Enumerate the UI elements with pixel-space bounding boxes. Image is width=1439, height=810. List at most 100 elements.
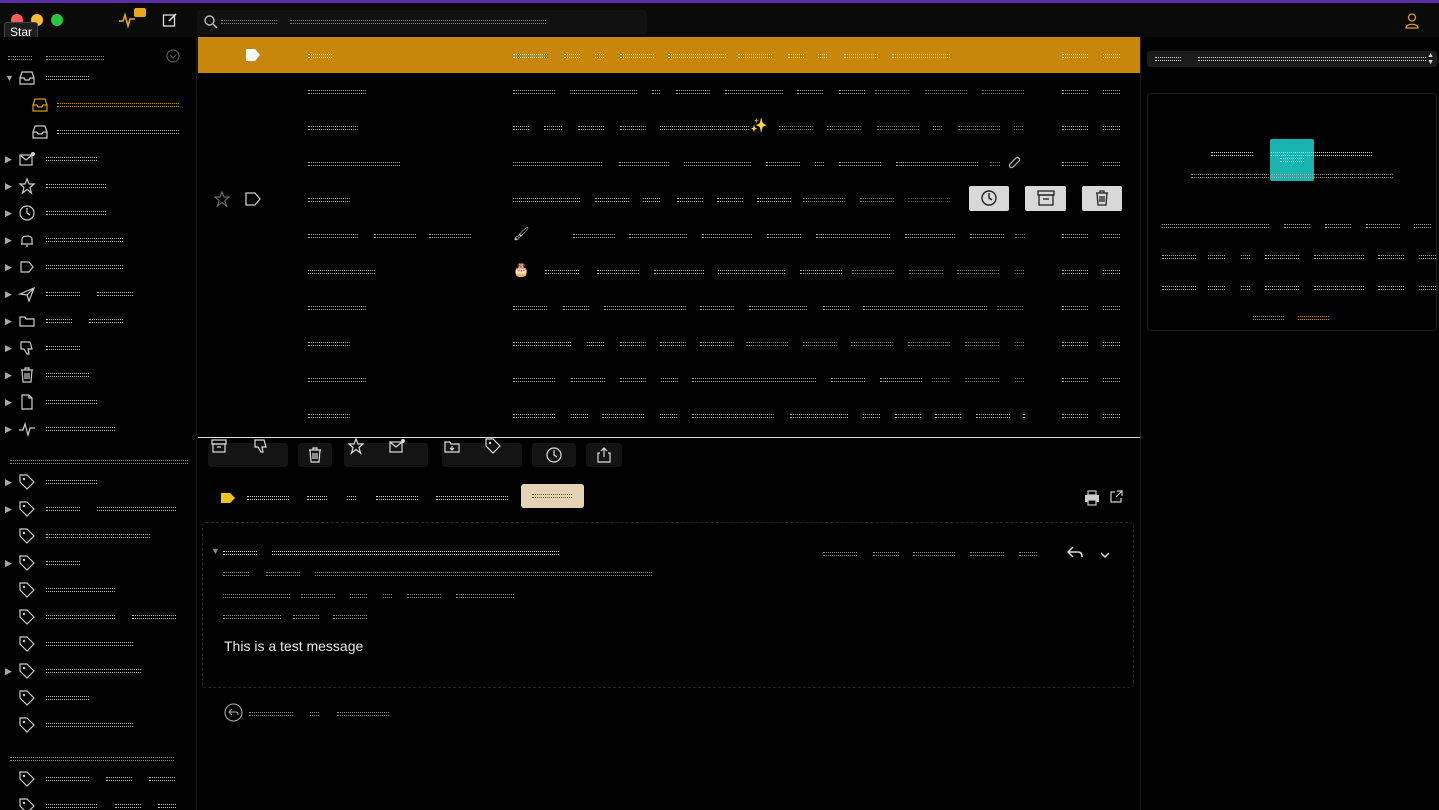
sidebar-item-unread[interactable]: ▶: [0, 147, 196, 171]
more-options-icon[interactable]: [1099, 547, 1111, 565]
list-item[interactable]: 🖌: [198, 217, 1140, 253]
sidebar-item-inbox-account-1[interactable]: [0, 93, 196, 117]
select-arrows-icon: ▲ ▼: [1427, 52, 1434, 66]
expand-arrow-icon[interactable]: ▶: [5, 208, 12, 219]
sidebar-label-item[interactable]: [0, 794, 196, 810]
clock-icon: [18, 204, 36, 222]
sidebar-label-item[interactable]: ▶: [0, 551, 196, 575]
account-select[interactable]: ▲ ▼: [1147, 51, 1437, 67]
list-item[interactable]: ✨: [198, 109, 1140, 145]
list-item[interactable]: [198, 397, 1140, 433]
reader-toolbar-group-3: [442, 438, 522, 467]
contact-panel: ▲ ▼: [1140, 37, 1439, 810]
tag-icon: [18, 689, 36, 707]
title-bar: Star: [0, 0, 1439, 42]
sidebar-item-starred[interactable]: ▶: [0, 174, 196, 198]
open-external-button[interactable]: [1109, 490, 1123, 509]
sidebar-label-item[interactable]: [0, 632, 196, 656]
sidebar-label-item[interactable]: [0, 578, 196, 602]
list-item[interactable]: [198, 37, 1140, 73]
snooze-button[interactable]: [532, 443, 576, 467]
expand-arrow-icon[interactable]: ▶: [5, 424, 12, 435]
list-item[interactable]: [198, 181, 1140, 217]
sidebar-item-snoozed[interactable]: ▶: [0, 201, 196, 225]
expand-arrow-icon[interactable]: ▼: [5, 73, 14, 83]
sidebar-item-sent[interactable]: ▶: [0, 282, 196, 306]
reply-button[interactable]: [1066, 545, 1083, 564]
message-card: ▼ This is a test message: [202, 522, 1134, 688]
sparkles-icon: ✨: [750, 117, 768, 133]
delete-button[interactable]: [1082, 186, 1122, 211]
snooze-button[interactable]: [969, 186, 1009, 211]
search-icon: [203, 14, 219, 35]
sidebar-label-item[interactable]: [0, 605, 196, 629]
sidebar-label-item[interactable]: ▶: [0, 497, 196, 521]
expand-arrow-icon[interactable]: ▶: [5, 477, 12, 488]
reply-icon[interactable]: [224, 703, 243, 727]
label-icon: [220, 491, 236, 509]
expand-arrow-icon[interactable]: ▶: [5, 370, 12, 381]
sidebar-label-item[interactable]: [0, 767, 196, 791]
list-item[interactable]: [198, 73, 1140, 109]
thumbs-down-icon: [18, 339, 36, 357]
tag-icon: [18, 770, 36, 788]
list-item[interactable]: [198, 289, 1140, 325]
archive-button[interactable]: [1025, 186, 1066, 211]
sidebar-label-item[interactable]: [0, 524, 196, 548]
contact-link-1[interactable]: [1253, 316, 1284, 320]
sidebar-item-trash[interactable]: ▶: [0, 363, 196, 387]
tag-icon: [18, 662, 36, 680]
account-icon[interactable]: [1404, 12, 1420, 30]
list-item[interactable]: [198, 325, 1140, 361]
sidebar-item-spam[interactable]: ▶: [0, 336, 196, 360]
sidebar-label-item[interactable]: [0, 686, 196, 710]
label-icon[interactable]: [244, 192, 262, 211]
sidebar-item-inbox-account-2[interactable]: [0, 120, 196, 144]
list-item[interactable]: 🎂: [198, 253, 1140, 289]
expand-arrow-icon[interactable]: ▶: [5, 504, 12, 515]
sidebar-item-reminders[interactable]: ▶: [0, 228, 196, 252]
expand-arrow-icon[interactable]: ▶: [5, 289, 12, 300]
expand-arrow-icon[interactable]: ▶: [5, 235, 12, 246]
expand-arrow-icon[interactable]: ▶: [5, 316, 12, 327]
star-icon: [18, 177, 36, 195]
expand-arrow-icon[interactable]: ▶: [5, 666, 12, 677]
sidebar-item-important[interactable]: ▶: [0, 255, 196, 279]
trash-icon: [1093, 189, 1111, 212]
sidebar-item-all-mail[interactable]: ▶: [0, 390, 196, 414]
archive-icon: [1036, 189, 1056, 212]
expand-arrow-icon[interactable]: ▶: [5, 154, 12, 165]
print-button[interactable]: [1084, 490, 1100, 511]
compose-icon[interactable]: [162, 12, 178, 28]
expand-arrow-icon[interactable]: ▶: [5, 397, 12, 408]
cake-icon: 🎂: [513, 262, 530, 277]
zoom-window-button[interactable]: [51, 14, 63, 26]
expand-arrow-icon[interactable]: ▶: [5, 558, 12, 569]
share-button[interactable]: [586, 443, 622, 467]
list-item[interactable]: [198, 145, 1140, 181]
sidebar-label-item[interactable]: ▶: [0, 470, 196, 494]
search-input[interactable]: [197, 10, 647, 34]
list-item[interactable]: [198, 361, 1140, 397]
attachment-icon: [1004, 154, 1022, 177]
sidebar-label-item[interactable]: ▶: [0, 659, 196, 683]
star-icon[interactable]: [213, 190, 231, 212]
contact-card: [1147, 93, 1437, 331]
tag-icon: [18, 581, 36, 599]
folder-icon: [18, 312, 36, 330]
expand-arrow-icon[interactable]: ▶: [5, 262, 12, 273]
label-icon[interactable]: [244, 47, 262, 68]
expand-arrow-icon[interactable]: ▶: [5, 343, 12, 354]
expand-arrow-icon[interactable]: ▶: [5, 181, 12, 192]
clock-icon: [980, 189, 998, 212]
collapse-message-icon[interactable]: ▼: [211, 546, 220, 556]
sidebar-label-item[interactable]: [0, 713, 196, 737]
sidebar-item-drafts[interactable]: ▶: [0, 309, 196, 333]
trash-icon: [18, 366, 36, 384]
sidebar-item-activity[interactable]: ▶: [0, 417, 196, 441]
label-tag[interactable]: [521, 484, 584, 508]
tag-icon: [18, 500, 36, 518]
contact-link-2[interactable]: [1298, 316, 1329, 320]
delete-button[interactable]: [298, 443, 332, 467]
sidebar-item-inbox[interactable]: ▼: [0, 66, 196, 90]
